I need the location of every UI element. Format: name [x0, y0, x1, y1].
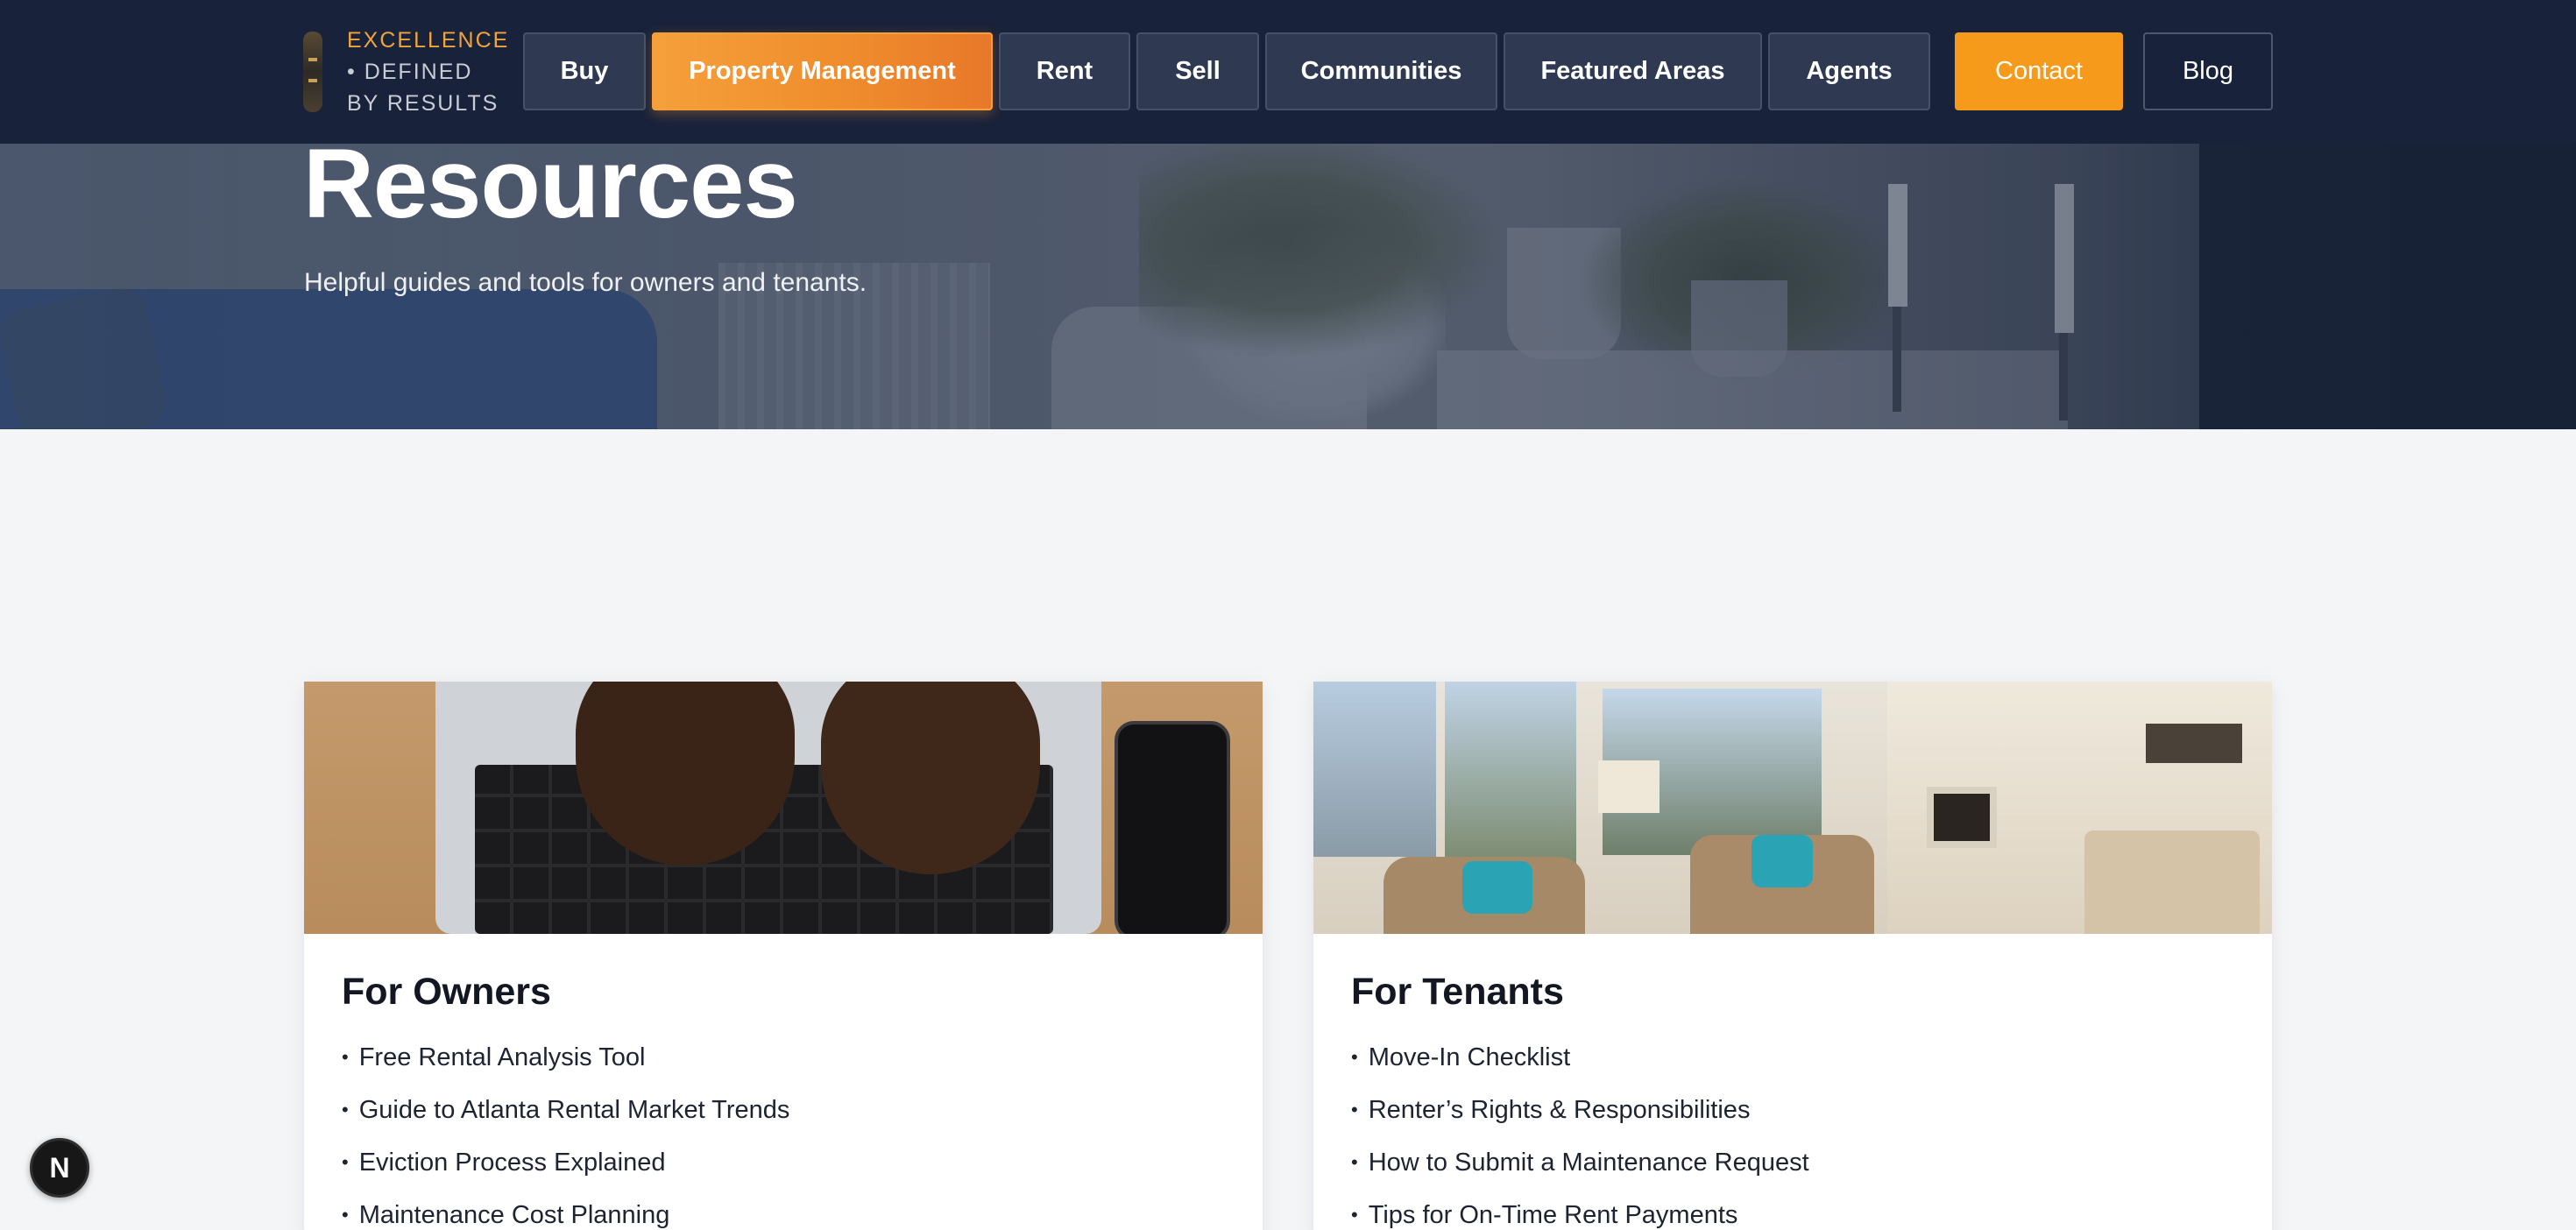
nav-item-featured-areas[interactable]: Featured Areas [1504, 32, 1762, 110]
contact-button[interactable]: Contact [1955, 32, 2123, 110]
window-shape [1445, 682, 1576, 866]
fireplace-shape [1927, 787, 1997, 848]
page-subtitle: Helpful guides and tools for owners and … [304, 268, 867, 297]
tenants-resource-link[interactable]: How to Submit a Maintenance Request [1351, 1137, 1809, 1190]
nav-item-agents[interactable]: Agents [1768, 32, 1930, 110]
tenants-resource-list: Move-In Checklist Renter’s Rights & Resp… [1351, 1032, 1809, 1230]
nav-item-communities[interactable]: Communities [1265, 32, 1497, 110]
tenants-resource-link[interactable]: Move-In Checklist [1351, 1032, 1809, 1085]
tagline-line-1: EXCELLENCE [347, 28, 510, 53]
owners-card: For Owners Free Rental Analysis Tool Gui… [304, 682, 1263, 1230]
nav-item-buy[interactable]: Buy [523, 32, 646, 110]
owners-resource-list: Free Rental Analysis Tool Guide to Atlan… [342, 1032, 790, 1230]
lamp-shape [1598, 760, 1660, 813]
owners-card-title: For Owners [342, 971, 551, 1013]
phone-shape [1115, 721, 1230, 934]
pillow-shape [1462, 861, 1532, 914]
owners-resource-link[interactable]: Free Rental Analysis Tool [342, 1032, 789, 1085]
top-navbar: EXCELLENCE • DEFINED BY RESULTS Buy Prop… [0, 0, 2576, 144]
tenants-resource-link[interactable]: Tips for On-Time Rent Payments [1351, 1190, 1809, 1230]
tenants-living-room-image [1313, 682, 2272, 934]
owners-resource-link[interactable]: Guide to Atlanta Rental Market Trends [342, 1085, 790, 1137]
owners-laptop-image [304, 682, 1263, 934]
tagline-line-3: BY RESULTS [347, 91, 499, 116]
nav-item-property-management[interactable]: Property Management [652, 32, 993, 110]
tenants-resource-link[interactable]: Renter’s Rights & Responsibilities [1351, 1085, 1809, 1137]
nav-item-rent[interactable]: Rent [999, 32, 1130, 110]
tenants-card: For Tenants Move-In Checklist Renter’s R… [1313, 682, 2272, 1230]
brand-logo-icon[interactable] [303, 32, 322, 112]
wall-art-shape [2146, 724, 2242, 763]
dining-table-shape [2084, 831, 2260, 934]
nextjs-icon[interactable]: N [30, 1138, 89, 1198]
nav-item-sell[interactable]: Sell [1136, 32, 1259, 110]
blog-button[interactable]: Blog [2143, 32, 2273, 110]
tenants-card-title: For Tenants [1351, 971, 1564, 1013]
pillow-shape [1752, 835, 1813, 887]
window-shape [1313, 682, 1436, 857]
tagline-line-2: • DEFINED [347, 60, 473, 84]
owners-resource-link[interactable]: Eviction Process Explained [342, 1137, 789, 1190]
owners-resource-link[interactable]: Maintenance Cost Planning [342, 1190, 789, 1230]
brand-tagline: EXCELLENCE • DEFINED BY RESULTS [347, 25, 509, 119]
